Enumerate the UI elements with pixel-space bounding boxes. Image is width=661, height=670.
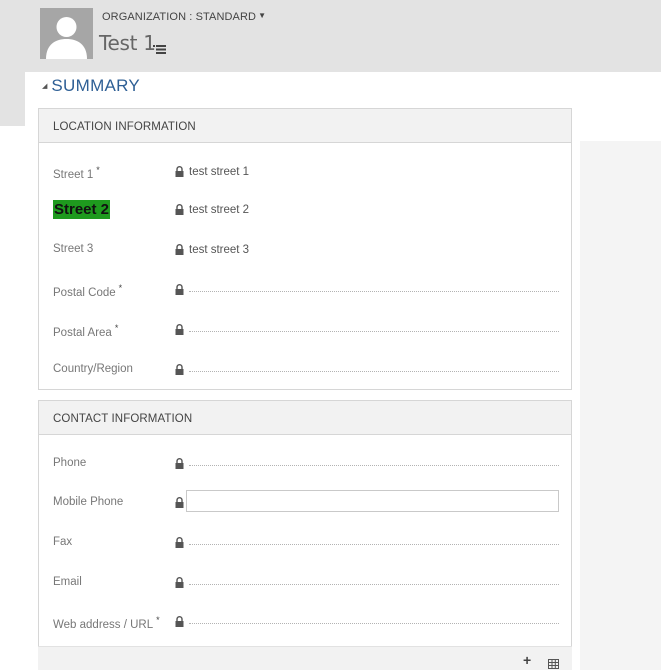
subgrid-toolbar: + [38,646,572,670]
contact-section: CONTACT INFORMATION Phone Mobile Phone F… [38,400,572,670]
required-marker: * [96,165,100,175]
field-label: Phone [53,457,87,469]
entity-type-selector[interactable]: ORGANIZATION : STANDARD ▼ [102,11,266,23]
field-label: Email [53,576,82,588]
field-phone[interactable]: Phone [39,454,573,474]
lock-icon [175,575,184,593]
field-street-1[interactable]: Street 1 * test street 1 [39,162,573,182]
required-marker: * [156,615,160,625]
field-label: Street 1 * [53,165,100,181]
lock-icon [175,202,184,220]
collapse-triangle-icon: ◢ [42,83,48,90]
empty-value-placeholder [189,291,559,292]
lock-icon [175,495,184,513]
field-label: Postal Code * [53,283,123,299]
empty-value-placeholder [189,331,559,332]
lock-icon [175,282,184,300]
field-street-3[interactable]: Street 3 test street 3 [39,240,573,260]
summary-tab-header[interactable]: ◢ SUMMARY [42,76,140,96]
field-label-highlighted: Street 2 [53,200,111,219]
field-fax[interactable]: Fax [39,533,573,553]
list-menu-icon[interactable] [153,41,166,59]
required-marker: * [114,323,119,333]
location-section-title: LOCATION INFORMATION [39,109,571,143]
field-mobile-phone[interactable]: Mobile Phone [39,490,573,513]
field-country-region[interactable]: Country/Region [39,360,573,380]
empty-value-placeholder [189,371,559,372]
lock-icon [175,535,184,553]
field-street-2[interactable]: Street 2 test street 2 [39,200,573,220]
lock-icon [175,164,184,182]
entity-type-label: ORGANIZATION : STANDARD [102,11,257,23]
right-panel [580,141,661,670]
field-value: test street 1 [189,166,250,178]
contact-section-title: CONTACT INFORMATION [39,401,571,435]
summary-label: SUMMARY [51,76,141,95]
empty-value-placeholder [189,544,559,545]
empty-value-placeholder [189,465,559,466]
field-label: Web address / URL * [53,615,160,631]
location-section: LOCATION INFORMATION Street 1 * test stre… [38,108,572,390]
plus-icon[interactable]: + [523,653,531,667]
field-postal-code[interactable]: Postal Code * [39,280,573,300]
lock-icon [175,362,184,380]
mobile-phone-input[interactable] [186,490,559,512]
header-band-left [0,72,25,126]
field-label: Fax [53,536,73,548]
field-email[interactable]: Email [39,573,573,593]
lock-icon [175,614,184,632]
field-label: Mobile Phone [53,496,124,508]
field-web-address[interactable]: Web address / URL * [39,612,573,632]
field-value: test street 2 [189,204,250,216]
lock-icon [175,322,184,340]
field-label: Street 3 [53,243,94,255]
field-label: Country/Region [53,363,133,375]
lock-icon [175,242,184,260]
field-postal-area[interactable]: Postal Area * [39,320,573,340]
empty-value-placeholder [189,584,559,585]
required-marker: * [118,283,123,293]
caret-down-icon: ▼ [258,11,267,20]
lock-icon [175,456,184,474]
avatar-icon[interactable] [40,8,93,59]
record-title: Test 1 [99,31,156,55]
grid-icon[interactable] [548,656,559,670]
field-value: test street 3 [189,244,250,256]
empty-value-placeholder [189,623,559,624]
field-label: Postal Area * [53,323,119,339]
